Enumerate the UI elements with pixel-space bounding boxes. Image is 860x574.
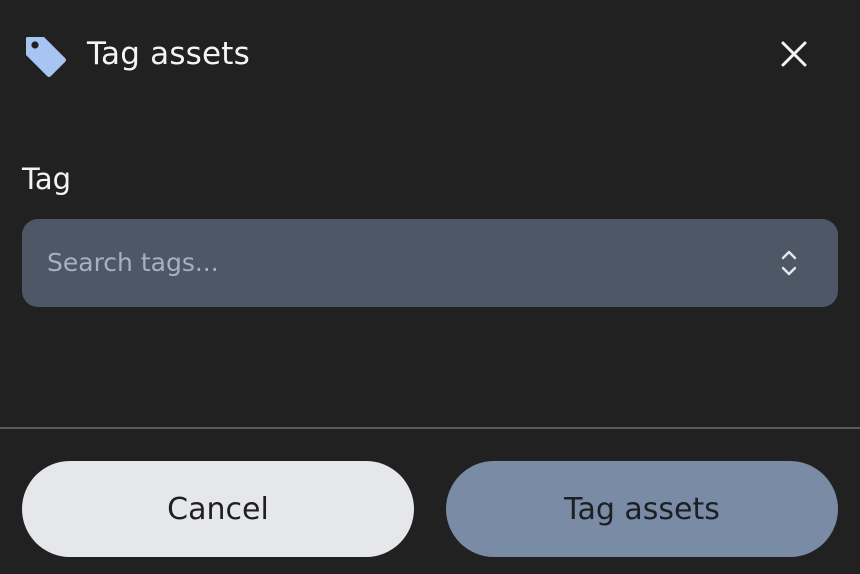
dialog-title: Tag assets (87, 36, 251, 72)
chevron-up-down-icon (781, 250, 797, 276)
tag-assets-button[interactable]: Tag assets (446, 461, 838, 557)
tag-field-label: Tag (22, 162, 72, 196)
close-button[interactable] (770, 30, 818, 78)
tag-search-placeholder: Search tags... (47, 248, 219, 277)
tag-assets-dialog: Tag assets Tag Search tags... Cancel Tag… (0, 0, 860, 574)
tag-icon (26, 37, 66, 77)
dialog-header: Tag assets (0, 0, 860, 110)
close-icon (781, 41, 807, 67)
footer-divider (0, 427, 860, 429)
cancel-button[interactable]: Cancel (22, 461, 414, 557)
tag-search-select[interactable]: Search tags... (22, 219, 838, 307)
